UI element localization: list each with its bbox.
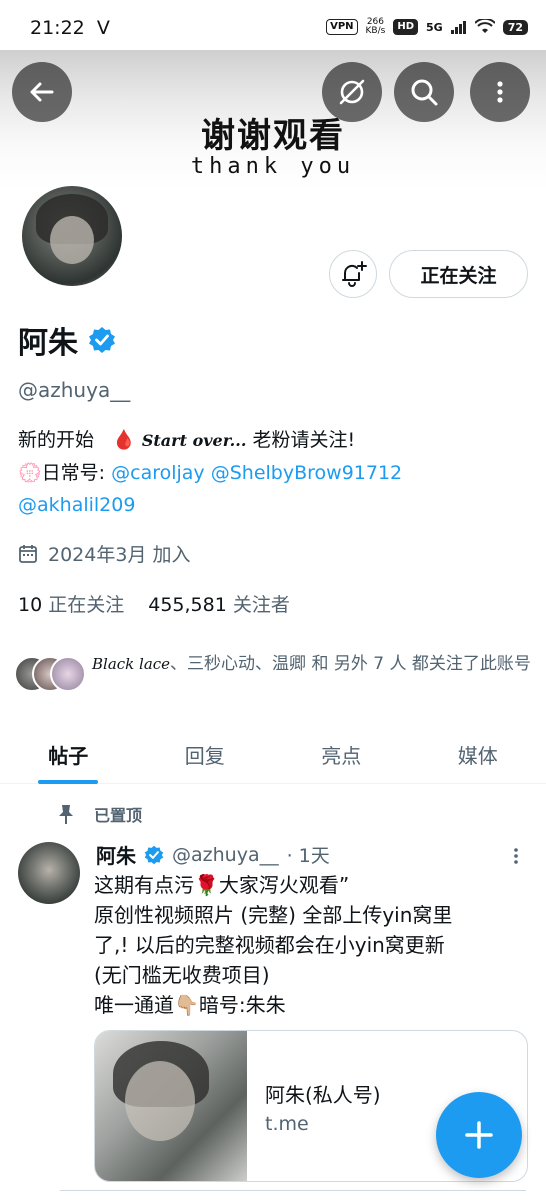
mutual-avatars (14, 656, 86, 692)
compose-button[interactable] (436, 1092, 522, 1178)
network-speed: 266 KB/s (365, 17, 386, 36)
post-author-handle[interactable]: @azhuya__ (172, 844, 279, 866)
status-indicators: VPN 266 KB/s HD 5G 72 (326, 18, 528, 36)
followers-stat[interactable]: 455,581 关注者 (148, 590, 290, 617)
more-options-button[interactable] (470, 62, 530, 122)
link-card-domain: t.me (265, 1113, 309, 1135)
banner-subtitle: thank you (190, 154, 356, 179)
post-author-avatar[interactable] (18, 842, 80, 904)
bio-line-2: 💮日常号: @caroljay @ShelbyBrow91712 (18, 462, 403, 484)
profile-name: 阿朱 (18, 318, 116, 362)
tab-highlights[interactable]: 亮点 (273, 724, 410, 783)
following-button[interactable]: 正在关注 (389, 250, 528, 298)
profile-bio: 新的开始 🩸 Start over... 老粉请关注! 💮日常号: @carol… (18, 424, 538, 521)
tab-posts[interactable]: 帖子 (0, 724, 137, 784)
next-post-edge (60, 1190, 526, 1200)
joined-date: 2024年3月 加入 (18, 540, 190, 567)
hide-icon (339, 79, 365, 105)
mention-link[interactable]: @akhalil209 (18, 494, 135, 516)
followed-by-mutuals[interactable]: Black lace、三秒心动、温卿 和 另外 7 人 都关注了此账号 (14, 652, 534, 692)
pin-icon (59, 805, 73, 824)
notifications-button[interactable] (329, 250, 377, 298)
back-button[interactable] (12, 62, 72, 122)
link-card-image (95, 1031, 247, 1181)
search-button[interactable] (394, 62, 454, 122)
signal-icon (450, 21, 466, 34)
verified-badge-icon (144, 845, 164, 864)
banner-title: 谢谢观看 (201, 116, 345, 156)
bio-line-3: @akhalil209 (18, 489, 538, 521)
compose-plus-icon (465, 1121, 493, 1149)
mention-link[interactable]: @caroljay (111, 462, 205, 484)
wifi-icon (474, 19, 495, 33)
battery-level: 72 (502, 19, 528, 35)
post-body: 这期有点污🌹大家泻火观看” 原创性视频照片 (完整) 全部上传yin窝里 了,!… (94, 873, 453, 1017)
post-author-name[interactable]: 阿朱 (96, 840, 136, 869)
status-bar: 21:22 V VPN 266 KB/s HD 5G 72 (0, 0, 546, 56)
more-vertical-icon (497, 81, 503, 103)
tab-media[interactable]: 媒体 (410, 724, 546, 783)
profile-avatar[interactable] (18, 182, 126, 290)
post-time: · 1天 (286, 845, 330, 867)
following-stat[interactable]: 10 正在关注 (18, 590, 124, 617)
search-icon (411, 79, 438, 106)
verified-badge-icon[interactable] (88, 326, 116, 354)
profile-banner[interactable]: 谢谢观看 thank you (0, 50, 546, 190)
pinned-indicator: 已置顶 (56, 802, 142, 826)
vpn-badge: VPN (326, 19, 358, 35)
hd-badge: HD (393, 19, 418, 35)
post-header: 阿朱 @azhuya__ · 1天 (96, 840, 330, 869)
carrier-glyph: V (96, 17, 110, 39)
network-type: 5G (426, 20, 443, 34)
profile-tabs: 帖子 回复 亮点 媒体 (0, 724, 546, 784)
tab-replies[interactable]: 回复 (137, 724, 274, 783)
bell-plus-icon (342, 261, 367, 287)
link-card-title: 阿朱(私人号) (265, 1083, 381, 1107)
status-time: 21:22 V (30, 17, 110, 39)
calendar-icon (19, 544, 37, 563)
avatar (50, 656, 86, 692)
hide-button[interactable] (322, 62, 382, 122)
mention-link[interactable]: @ShelbyBrow91712 (211, 462, 402, 484)
flower-icon: 💮 (18, 462, 42, 484)
follow-stats: 10 正在关注 455,581 关注者 (18, 590, 290, 617)
bio-line-1: 新的开始 🩸 Start over... 老粉请关注! (18, 429, 356, 451)
back-arrow-icon (30, 82, 54, 102)
display-name: 阿朱 (18, 326, 78, 361)
more-vertical-icon[interactable] (506, 846, 526, 866)
blood-drop-icon: 🩸 (112, 429, 136, 451)
profile-handle: @azhuya__ (18, 378, 131, 402)
